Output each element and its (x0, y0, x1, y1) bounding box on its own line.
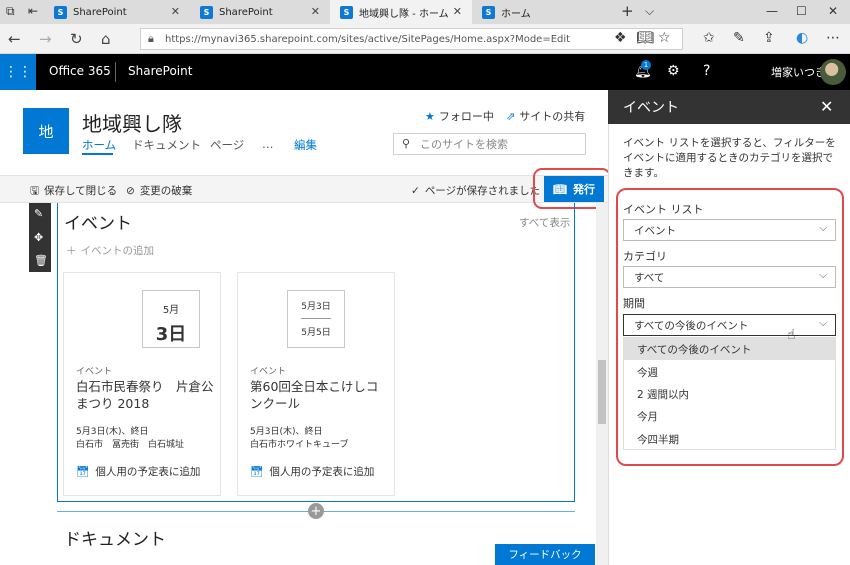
nav-active-underline (82, 153, 113, 155)
forward-arrow-icon[interactable]: → (39, 30, 52, 48)
lock-icon: 🔒︎ (148, 32, 154, 45)
panel-close-icon[interactable]: ✕ (820, 97, 833, 116)
sharepoint-favicon-icon: S (54, 5, 67, 19)
sharepoint-favicon-icon: S (340, 5, 353, 19)
event-location: 白石市ホワイトキューブ (250, 440, 349, 450)
extension-icon[interactable]: ❖ (614, 30, 627, 46)
add-to-calendar-link[interactable]: 📅︎ 個人用の予定表に追加 (76, 464, 200, 479)
delete-trash-icon[interactable]: 🗑︎ (34, 254, 48, 267)
panel-description: イベント リストを選択すると、フィルターをイベントに適用するときのカテゴリを選択… (623, 137, 836, 179)
site-logo[interactable]: 地 (23, 108, 69, 154)
reading-view-icon[interactable]: 📖︎ (636, 30, 654, 46)
pen-notes-icon[interactable]: ✎ (733, 30, 745, 46)
event-name: 白石市民春祭り 片倉公まつり 2018 (76, 379, 214, 411)
calendar-icon: 📅︎ (76, 466, 90, 478)
calendar-icon: 📅︎ (250, 466, 264, 478)
documents-section-title[interactable]: ドキュメント (64, 525, 166, 550)
webpart-toolbar: ✎ ✥ 🗑︎ (29, 203, 51, 272)
save-disk-icon: 🖫 (30, 185, 39, 197)
follow-button[interactable]: ★ フォロー中 (425, 108, 494, 124)
suite-bar: ⋮⋮ Office 365 SharePoint 🔔︎ ⚙ ? 増家いつき (0, 54, 850, 90)
tab-home[interactable]: S ホーム (472, 0, 610, 24)
sharepoint-favicon-icon: S (200, 5, 213, 19)
date-range-divider (301, 318, 331, 319)
star-filled-icon: ★ (425, 110, 435, 123)
event-card[interactable]: 5月3日 5月5日 イベント 第60回全日本こけしコンクール 5月3日(木)、終… (237, 272, 395, 496)
add-to-calendar-link[interactable]: 📅︎ 個人用の予定表に追加 (250, 464, 374, 479)
saved-status: ✓ ページが保存されました (411, 185, 541, 197)
office365-link[interactable]: Office 365 (49, 64, 111, 78)
tab-close-icon[interactable]: ✕ (171, 5, 180, 18)
notification-badge: 1 (641, 60, 651, 70)
see-all-link[interactable]: すべて表示 (519, 215, 570, 230)
sharepoint-favicon-icon: S (482, 5, 495, 19)
share-icon[interactable]: ⇪ (763, 30, 775, 46)
site-title[interactable]: 地域興し隊 (82, 108, 182, 137)
event-category: イベント (250, 367, 287, 377)
url-field[interactable]: 🔒︎ https://mynavi365.sharepoint.com/site… (140, 28, 683, 50)
back-arrow-icon[interactable]: ← (8, 30, 21, 48)
panel-highlight-ring (616, 188, 844, 466)
minimize-icon[interactable]: — (766, 4, 778, 18)
suite-divider (115, 62, 116, 82)
nav-documents[interactable]: ドキュメント (132, 137, 201, 153)
help-icon[interactable]: ? (703, 63, 710, 79)
nav-home[interactable]: ホーム (82, 137, 116, 153)
tab-close-icon[interactable]: ✕ (453, 5, 462, 18)
edit-command-bar: 🖫 保存して閉じる ⊘ 変更の破棄 ✓ ページが保存されました (0, 175, 608, 203)
panel-title: イベント (623, 100, 679, 116)
add-event-button[interactable]: ＋イベントの追加 (66, 243, 154, 258)
event-date-box: 5月 3日 (142, 290, 200, 348)
tab-active-home[interactable]: S 地域興し隊 - ホーム ✕ (330, 0, 472, 24)
event-card[interactable]: 5月 3日 イベント 白石市民春祭り 片倉公まつり 2018 5月3日(木)、終… (63, 272, 221, 496)
check-icon: ✓ (411, 185, 420, 197)
event-time: 5月3日(木)、終日 (250, 427, 323, 437)
plus-icon: ＋ (66, 245, 77, 257)
edit-pencil-icon[interactable]: ✎ (34, 207, 43, 220)
search-icon: ⚲ (402, 137, 411, 150)
home-icon[interactable]: ⌂ (101, 30, 111, 48)
tab-close-icon[interactable]: ✕ (311, 5, 320, 18)
move-arrows-icon[interactable]: ✥ (34, 231, 43, 244)
new-tab-button[interactable]: + (621, 2, 634, 20)
browser-tab-bar: ⧉ ⇤ S SharePoint ✕ S SharePoint ✕ S 地域興し… (0, 0, 850, 24)
add-section-plus-icon[interactable]: + (308, 503, 324, 519)
event-date-box: 5月3日 5月5日 (287, 290, 345, 348)
save-close-button[interactable]: 🖫 保存して閉じる (30, 183, 117, 201)
site-search-box[interactable]: ⚲ このサイトを検索 (393, 133, 586, 155)
events-section-title[interactable]: イベント (64, 209, 132, 234)
favorites-hub-icon[interactable]: ✩ (703, 30, 715, 46)
discard-changes-button[interactable]: ⊘ 変更の破棄 (126, 183, 192, 198)
app-launcher-icon[interactable]: ⋮⋮ (0, 54, 36, 90)
event-location: 白石市 冨売街 白石城址 (76, 440, 185, 450)
back-tabs-icon[interactable]: ⇤ (28, 4, 38, 18)
event-category: イベント (76, 367, 113, 377)
tab-sharepoint-1[interactable]: S SharePoint ✕ (44, 0, 190, 24)
share-site-button[interactable]: ⇗ サイトの共有 (506, 108, 585, 124)
address-bar-row: ← → ↻ ⌂ 🔒︎ https://mynavi365.sharepoint.… (0, 24, 850, 54)
maximize-icon[interactable]: ☐ (796, 4, 807, 18)
refresh-icon[interactable]: ↻ (70, 30, 83, 48)
nav-edit-link[interactable]: 編集 (294, 137, 317, 153)
settings-gear-icon[interactable]: ⚙ (667, 63, 680, 79)
sharepoint-link[interactable]: SharePoint (128, 64, 192, 78)
hand-pointer-cursor-icon: ☝ (787, 327, 796, 343)
extension-blue-icon[interactable]: ◐ (796, 30, 808, 46)
tab-list-chevron-icon[interactable]: ⌵ (645, 4, 654, 19)
user-name[interactable]: 増家いつき (771, 64, 826, 80)
tab-manager-icon[interactable]: ⧉ (6, 4, 15, 19)
user-avatar[interactable] (820, 59, 846, 85)
tab-sharepoint-2[interactable]: S SharePoint ✕ (190, 0, 330, 24)
page-scrollbar-thumb[interactable] (598, 360, 606, 424)
event-time: 5月3日(木)、終日 (76, 427, 149, 437)
event-name: 第60回全日本こけしコンクール (250, 379, 379, 411)
feedback-button[interactable]: フィードバック (495, 544, 595, 565)
favorite-star-icon[interactable]: ☆ (658, 30, 671, 46)
share-arrow-icon: ⇗ (506, 110, 516, 123)
window-close-icon[interactable]: ✕ (828, 4, 838, 18)
nav-more[interactable]: … (262, 137, 274, 151)
discard-icon: ⊘ (126, 185, 135, 197)
more-menu-icon[interactable]: ⋯ (826, 30, 840, 46)
nav-pages[interactable]: ページ (210, 137, 244, 153)
